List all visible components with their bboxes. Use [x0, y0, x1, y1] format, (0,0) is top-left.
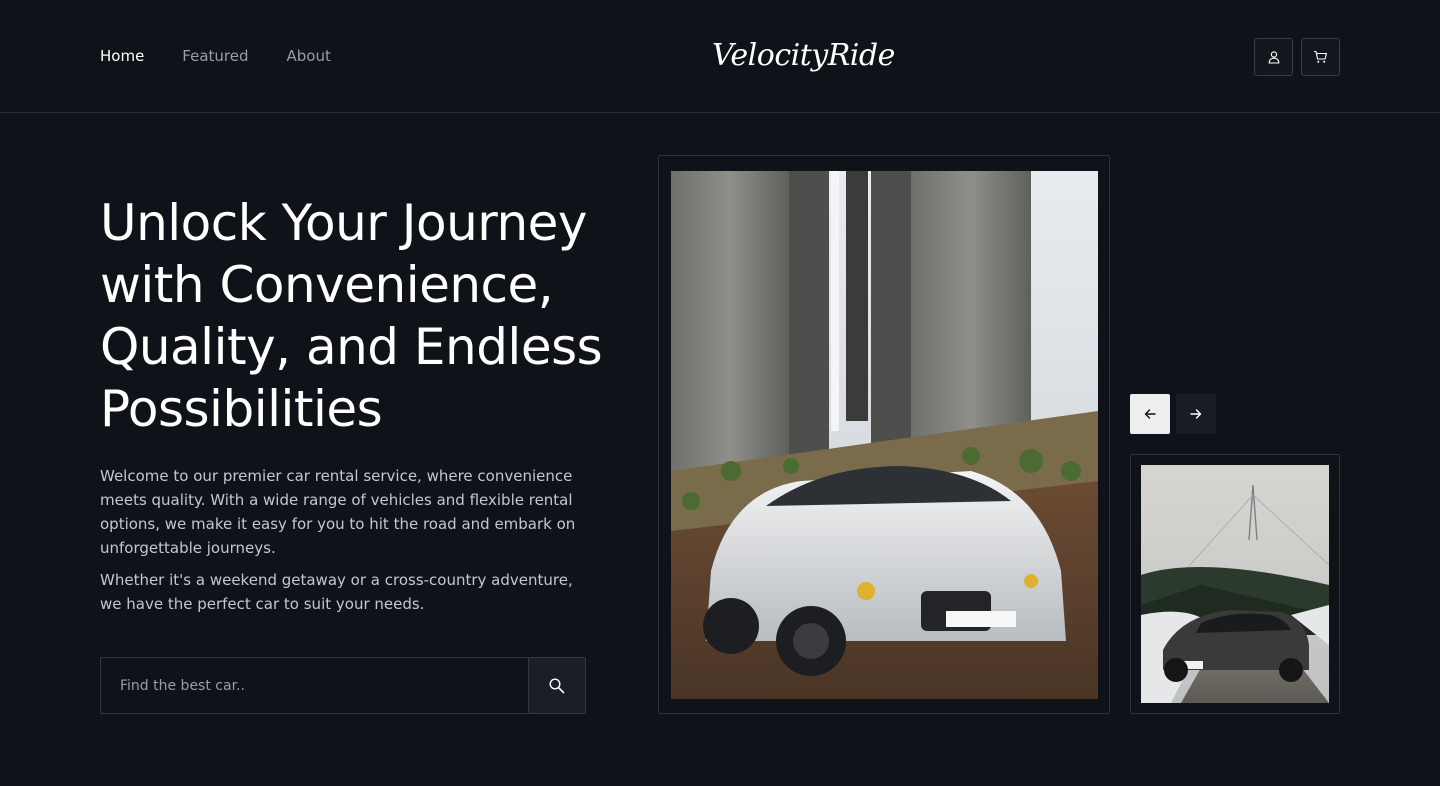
nav-home[interactable]: Home — [100, 46, 144, 66]
search-button[interactable] — [528, 658, 585, 713]
account-button[interactable] — [1254, 38, 1293, 76]
carousel-prev-button[interactable] — [1130, 394, 1170, 434]
main-nav: Home Featured About — [100, 46, 369, 66]
hero-title: Unlock Your Journey with Convenience, Qu… — [100, 194, 603, 438]
search-icon — [549, 677, 565, 693]
featured-car-card — [658, 155, 1110, 714]
user-icon — [1268, 51, 1279, 64]
hero-paragraph-1: Welcome to our premier car rental servic… — [100, 467, 576, 557]
hero-paragraph-2: Whether it's a weekend getaway or a cros… — [100, 571, 573, 613]
site-header: Home Featured About VelocityRide — [0, 0, 1440, 113]
arrow-left-icon — [1144, 409, 1156, 419]
next-car-card[interactable] — [1130, 454, 1340, 714]
cart-button[interactable] — [1301, 38, 1340, 76]
nav-featured[interactable]: Featured — [182, 46, 248, 66]
cart-icon — [1314, 50, 1328, 63]
carousel-next-button[interactable] — [1176, 394, 1216, 434]
search-input[interactable] — [101, 658, 528, 713]
brand-logo[interactable]: VelocityRide — [712, 34, 895, 78]
search-bar — [100, 657, 586, 714]
arrow-right-icon — [1190, 409, 1202, 419]
black-sports-car-image — [1141, 465, 1329, 703]
nav-about[interactable]: About — [287, 46, 331, 66]
white-coupe-image — [671, 171, 1098, 699]
